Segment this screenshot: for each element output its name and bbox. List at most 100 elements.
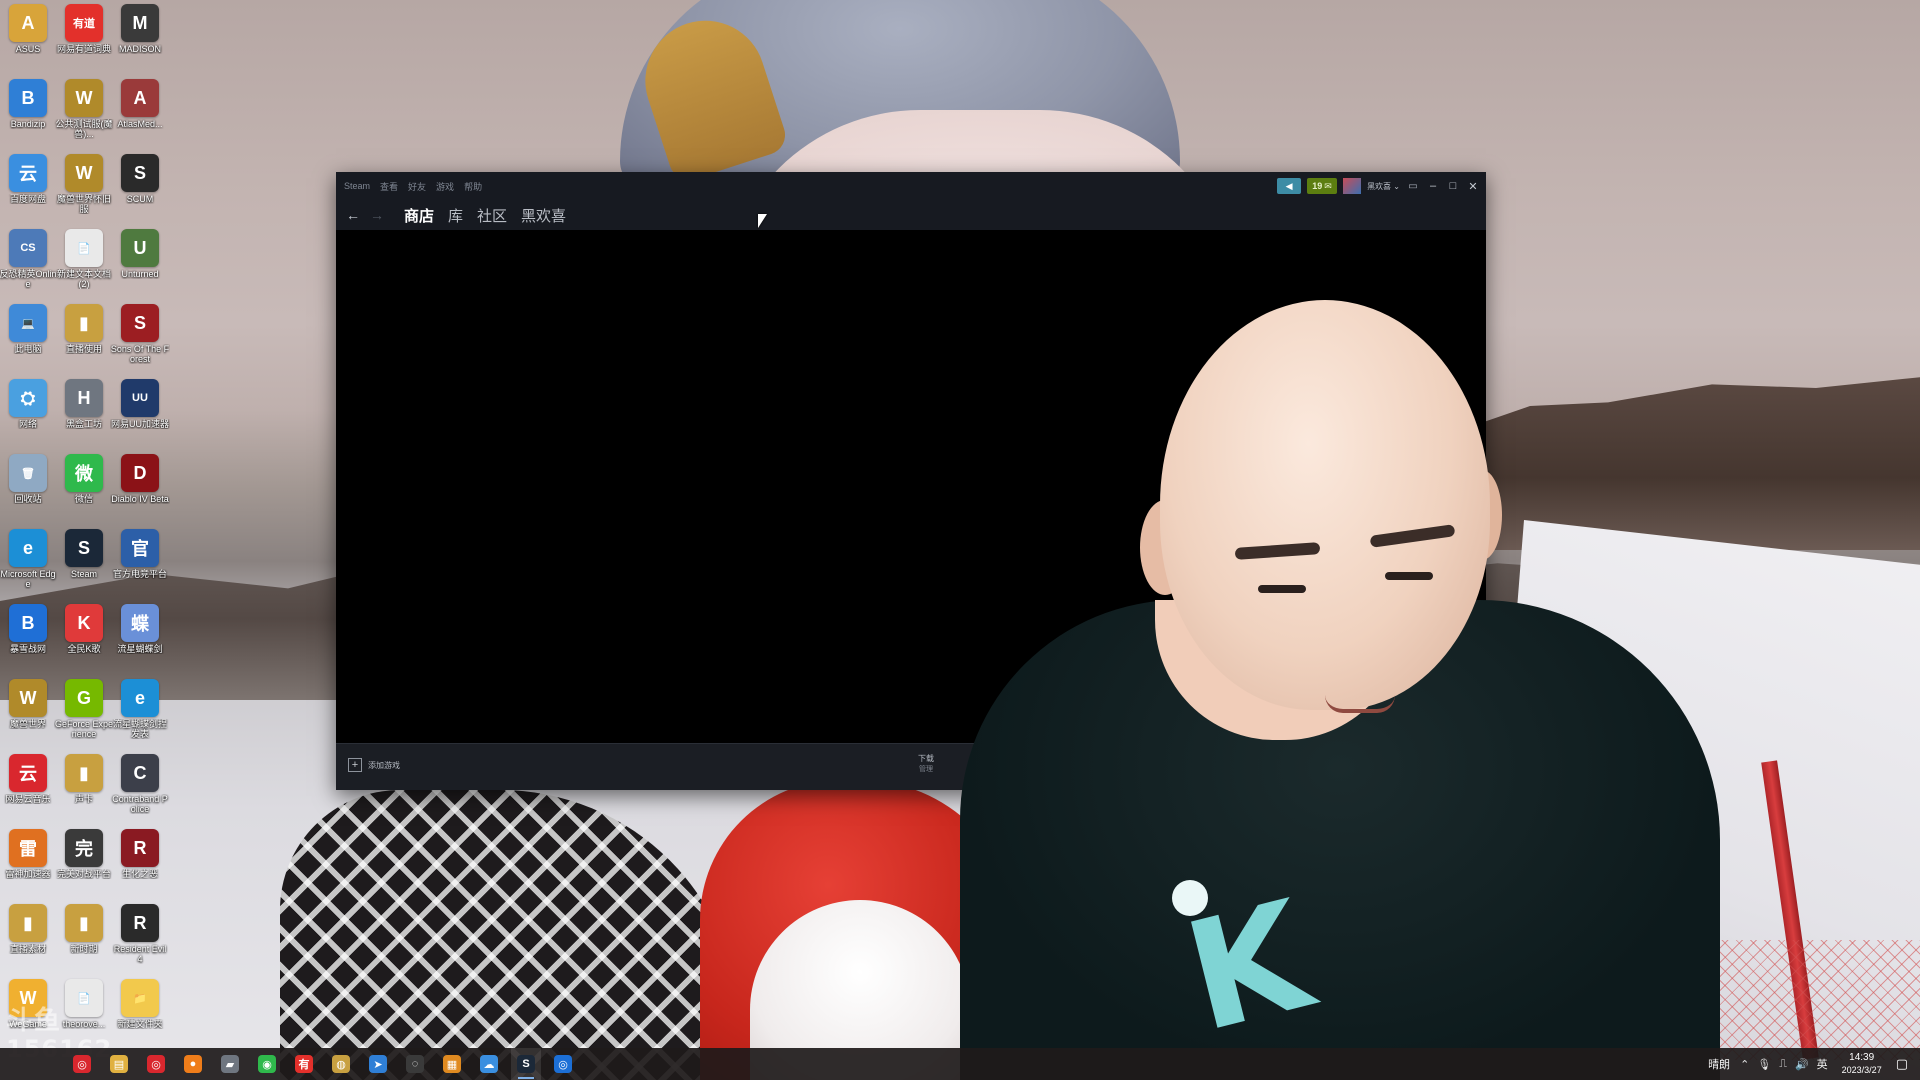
desktop-icon[interactable]: S Steam [56,529,112,599]
account-menu[interactable]: 黑欢喜 ⌄ [1367,181,1400,192]
taskbar-app-button[interactable]: ▤ [104,1048,134,1080]
big-picture-icon[interactable]: ▭ [1406,181,1420,192]
volume-icon[interactable]: 🔊 [1795,1058,1809,1071]
taskbar-app-icon: ◎ [147,1055,165,1073]
taskbar-app-button[interactable]: ◎ [67,1048,97,1080]
desktop-icon[interactable]: S Sons Of The Forest [111,304,169,374]
taskbar-app-icon: ◉ [258,1055,276,1073]
desktop-icon[interactable]: UU 网易UU加速器 [111,379,169,449]
forward-arrow-icon[interactable]: → [370,207,384,223]
steam-titlebar[interactable]: Steam 查看 好友 游戏 帮助 ◀ 19 ✉ 黑欢喜 ⌄ ▭ – □ ✕ [336,172,1486,200]
add-game-button[interactable]: + 添加游戏 [348,758,400,772]
desktop-icon[interactable]: W 公共测试服(魔兽)... [56,79,113,149]
close-icon[interactable]: ✕ [1466,180,1480,193]
desktop-icon-label: 声卡 [74,794,93,804]
desktop-icon[interactable]: 🗑 回收站 [0,454,56,524]
desktop-icon[interactable]: 💻 此电脑 [0,304,56,374]
desktop-icon[interactable]: H 黑盒工坊 [56,379,112,449]
desktop-icon[interactable]: e 流星蝴蝶剑捏发表 [112,679,168,749]
desktop-icon[interactable]: G GeForce Experience [55,679,113,749]
desktop-icon[interactable]: 雷雷神加速器 [0,829,56,899]
desktop-icon[interactable]: 官官方电竞平台 [112,529,168,599]
desktop-icon[interactable]: U Unturned [112,229,168,299]
taskbar-app-icon: ▤ [110,1055,128,1073]
taskbar-app-button[interactable]: ◍ [326,1048,356,1080]
app-icon: e [9,529,47,567]
taskbar-app-button[interactable]: ☁ [474,1048,504,1080]
desktop-icon[interactable]: 云百度网盘 [0,154,56,224]
taskbar-app-icon: ◎ [73,1055,91,1073]
desktop-icon[interactable]: CS 反恐精英Online [0,229,57,299]
downloads-button[interactable]: 下载 管理 [896,753,956,774]
taskbar-app-button[interactable]: ▦ [437,1048,467,1080]
user-avatar[interactable] [1343,178,1362,194]
tab-store[interactable]: 商店 [404,205,434,226]
ime-indicator[interactable]: 英 [1817,1056,1828,1072]
taskbar-app-button[interactable]: ◉ [252,1048,282,1080]
taskbar-app-button[interactable]: ◎ [141,1048,171,1080]
desktop-icon[interactable]: R 生化之恶 [112,829,168,899]
taskbar-app-icon: ◌ [406,1055,424,1073]
desktop-icon[interactable]: W 魔兽世界怀旧服 [56,154,112,224]
desktop-icon[interactable]: 蝶流星蝴蝶剑 [112,604,168,674]
desktop-icon[interactable]: e Microsoft Edge [0,529,56,599]
taskbar-app-icon: ➤ [369,1055,387,1073]
chevron-down-icon: ⌄ [1393,181,1400,191]
desktop-icon[interactable]: 完完美对战平台 [56,829,112,899]
desktop-icon[interactable]: R Resident Evil 4 [112,904,168,974]
menu-steam[interactable]: Steam [344,181,370,191]
chevron-up-icon[interactable]: ⌃ [1740,1058,1749,1071]
taskbar-app-button[interactable]: S [511,1048,541,1080]
desktop-icon[interactable]: 📁 新建文件夹 [112,979,168,1049]
menu-view[interactable]: 查看 [380,180,398,193]
network-icon[interactable]: ⎍ [1779,1058,1787,1071]
desktop-icon-label: 百度网盘 [9,194,46,204]
back-arrow-icon[interactable]: ← [346,207,360,223]
minimize-icon[interactable]: – [1426,180,1440,192]
desktop-icon[interactable]: B Bandizip [0,79,56,149]
desktop-icon[interactable]: 云网易云音乐 [0,754,56,824]
menu-friends[interactable]: 好友 [408,180,426,193]
desktop-icon[interactable]: S SCUM [112,154,168,224]
desktop-icon[interactable]: ⛭ 网络 [0,379,56,449]
desktop-icon[interactable]: M MADISON [112,4,168,74]
desktop-icon[interactable]: D Diablo IV Beta [111,454,169,524]
menu-games[interactable]: 游戏 [436,180,454,193]
taskbar-app-button[interactable]: 有 [289,1048,319,1080]
maximize-icon[interactable]: □ [1446,180,1460,192]
tab-library[interactable]: 库 [448,205,463,226]
desktop-icon[interactable]: 📄 新建文本文档 (2) [56,229,112,299]
desktop-icon[interactable]: ▮ 直播素材 [0,904,56,974]
taskbar-app-icon: ☁ [480,1055,498,1073]
clock[interactable]: 14:39 2023/3/27 [1842,1052,1882,1076]
desktop-icon-label: ASUS [15,44,41,54]
desktop-icon[interactable]: ▮ 新时期 [56,904,112,974]
desktop-icon[interactable]: ▮ 直播使用 [56,304,112,374]
desktop-icon[interactable]: 微微信 [56,454,112,524]
app-icon: G [65,679,103,717]
desktop-icon[interactable]: C Contraband Police [112,754,168,824]
desktop-icon[interactable]: B 暴雪战网 [0,604,56,674]
desktop-icon[interactable]: K 全民K歌 [56,604,112,674]
taskbar-app-button[interactable]: ➤ [363,1048,393,1080]
desktop-icon[interactable]: W 魔兽世界 [0,679,56,749]
announcement-icon[interactable]: ◀ [1277,178,1302,194]
taskbar-app-button[interactable]: ◌ [400,1048,430,1080]
desktop-icon-label: 魔兽世界 [9,719,46,729]
tab-community[interactable]: 社区 [477,205,507,226]
app-icon: K [65,604,103,642]
desktop-icon[interactable]: A AtlasMed... [112,79,168,149]
desktop-icon[interactable]: A ASUS [0,4,56,74]
desktop-icon[interactable]: 有道 网易有道词典 [56,4,112,74]
taskbar-app-button[interactable]: ▰ [215,1048,245,1080]
menu-help[interactable]: 帮助 [464,180,482,193]
weather-label[interactable]: 晴朗 [1708,1056,1730,1072]
desktop-icon[interactable]: ▮ 声卡 [56,754,112,824]
notification-center-icon[interactable]: ▢ [1896,1056,1908,1072]
tab-profile[interactable]: 黑欢喜 [521,205,566,226]
taskbar-app-button[interactable]: ● [178,1048,208,1080]
microphone-icon[interactable]: 🎙 [1757,1058,1771,1071]
notifications-button[interactable]: 19 ✉ [1307,178,1338,194]
taskbar-app-button[interactable]: ◎ [548,1048,578,1080]
app-icon: S [121,304,159,342]
